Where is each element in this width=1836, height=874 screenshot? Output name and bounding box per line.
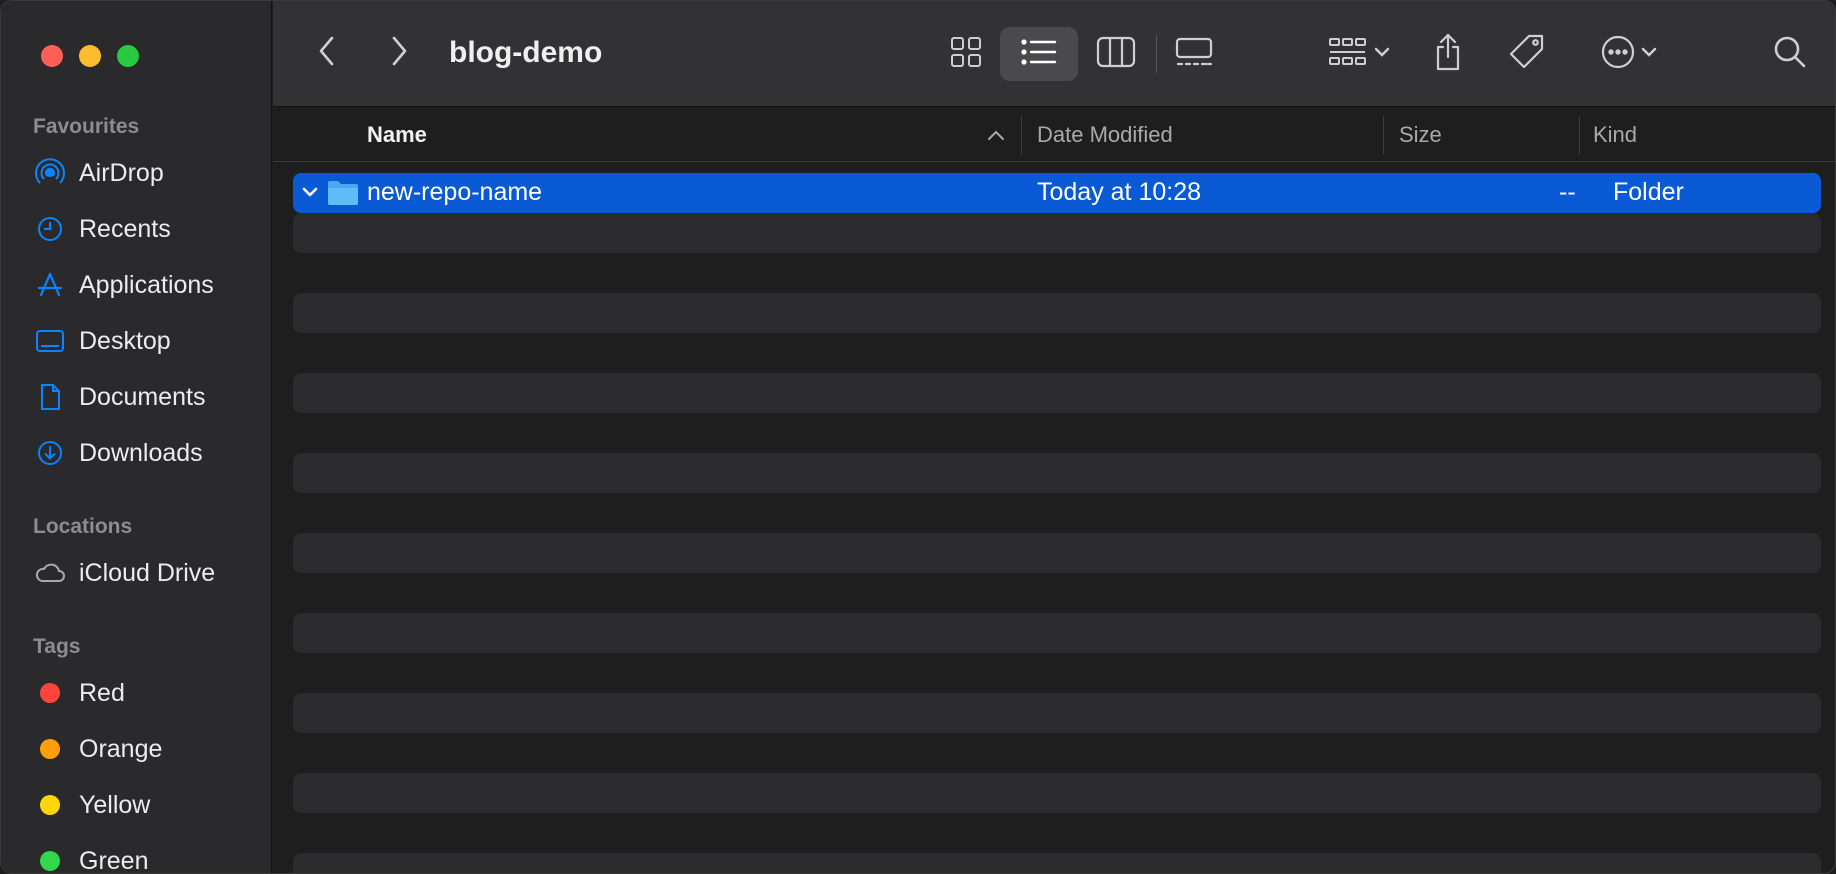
chevron-down-icon [1641,45,1657,63]
traffic-lights [41,45,139,67]
document-icon [33,382,67,412]
empty-row [293,213,1821,253]
column-divider[interactable] [1579,116,1580,154]
more-actions-button[interactable] [1589,27,1669,81]
list-view-icon [1021,38,1057,71]
column-view-icon [1096,36,1136,73]
column-view-button[interactable] [1079,27,1153,81]
sidebar-item-label: Green [79,846,149,874]
more-icon [1601,35,1635,74]
empty-row [293,293,1821,333]
table-row[interactable]: new-repo-name Today at 10:28 -- Folder [293,173,1821,213]
file-date-modified: Today at 10:28 [1037,178,1202,206]
sidebar-item-airdrop[interactable]: AirDrop [33,151,263,195]
sidebar-item-label: Recents [79,214,171,243]
sidebar-item-label: Desktop [79,326,171,355]
file-kind: Folder [1613,178,1684,206]
finder-window: Favourites AirDrop Recents Applications … [0,0,1836,874]
sidebar-item-label: iCloud Drive [79,558,216,587]
sidebar-item-label: Applications [79,270,214,299]
sidebar-item-label: Orange [79,734,163,763]
empty-row [293,613,1821,653]
file-name: new-repo-name [367,178,543,206]
sidebar-item-desktop[interactable]: Desktop [33,319,263,363]
sidebar-item-applications[interactable]: Applications [33,263,263,307]
sidebar-item-label: Documents [79,382,206,411]
sidebar-item-tag-orange[interactable]: Orange [33,727,263,771]
back-icon [317,35,337,72]
zoom-button[interactable] [117,45,139,67]
column-header: Name Date Modified Size Kind [273,108,1835,162]
window-title: blog-demo [449,36,603,69]
airdrop-icon [33,158,67,188]
group-button[interactable] [1319,27,1399,81]
empty-row [293,533,1821,573]
tag-dot-icon [33,846,67,873]
share-button[interactable] [1423,27,1473,81]
close-button[interactable] [41,45,63,67]
minimize-button[interactable] [79,45,101,67]
file-list: new-repo-name Today at 10:28 -- Folder [273,163,1835,873]
empty-row [293,693,1821,733]
sidebar-item-icloud-drive[interactable]: iCloud Drive [33,551,263,595]
tag-dot-icon [33,678,67,708]
column-header-size[interactable]: Size [1399,122,1442,148]
empty-row [293,773,1821,813]
toolbar: blog-demo [273,1,1835,107]
icon-view-button[interactable] [933,27,999,81]
column-header-date-modified[interactable]: Date Modified [1037,122,1173,148]
favourites-heading: Favourites [33,115,140,138]
forward-button[interactable] [379,31,419,75]
gallery-view-button[interactable] [1159,27,1229,81]
icon-view-icon [950,36,982,73]
sidebar-item-documents[interactable]: Documents [33,375,263,419]
locations-heading: Locations [33,515,133,538]
sidebar-item-label: Red [79,678,125,707]
disclosure-chevron-icon[interactable] [301,185,319,204]
tag-icon [1507,32,1547,77]
sidebar-item-recents[interactable]: Recents [33,207,263,251]
applications-icon [33,270,67,300]
tag-dot-icon [33,734,67,764]
tag-dot-icon [33,790,67,820]
column-header-kind[interactable]: Kind [1593,122,1637,148]
sidebar-item-label: AirDrop [79,158,164,187]
search-icon [1773,35,1807,74]
empty-row [293,453,1821,493]
column-divider[interactable] [1021,116,1022,154]
sidebar-item-downloads[interactable]: Downloads [33,431,263,475]
folder-icon [327,179,359,212]
sort-ascending-icon [987,128,1005,146]
download-icon [33,438,67,468]
column-header-name[interactable]: Name [367,122,427,148]
sidebar-item-tag-green[interactable]: Green [33,839,263,874]
desktop-icon [33,326,67,356]
chevron-down-icon [1374,45,1390,63]
file-size: -- [1559,178,1576,206]
sidebar-item-tag-red[interactable]: Red [33,671,263,715]
sidebar-item-label: Downloads [79,438,203,467]
cloud-icon [33,558,67,588]
gallery-view-icon [1174,36,1214,73]
column-divider[interactable] [1383,116,1384,154]
tags-heading: Tags [33,635,81,658]
tag-button[interactable] [1499,27,1555,81]
empty-row [293,853,1821,873]
empty-row [293,373,1821,413]
clock-icon [33,214,67,244]
back-button[interactable] [307,31,347,75]
list-view-button[interactable] [1000,27,1078,81]
group-icon [1328,36,1368,73]
segment-divider [1156,35,1157,73]
share-icon [1433,33,1463,76]
sidebar: Favourites AirDrop Recents Applications … [1,1,272,874]
search-button[interactable] [1763,27,1817,81]
sidebar-item-tag-yellow[interactable]: Yellow [33,783,263,827]
sidebar-item-label: Yellow [79,790,151,819]
forward-icon [389,35,409,72]
